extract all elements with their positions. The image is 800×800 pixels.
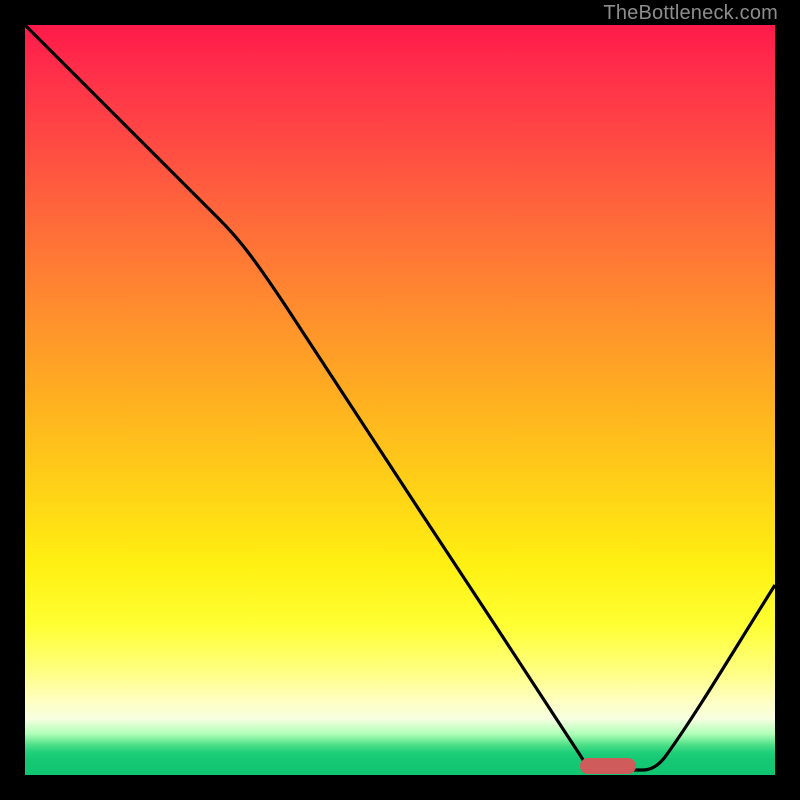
optimal-range-marker — [580, 758, 636, 774]
curve-path — [25, 25, 775, 770]
bottleneck-curve — [25, 25, 775, 775]
plot-frame — [22, 22, 778, 778]
